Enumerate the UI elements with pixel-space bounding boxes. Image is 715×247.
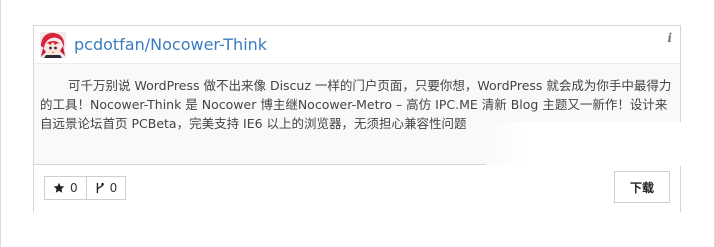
star-icon xyxy=(53,182,65,194)
fork-icon xyxy=(95,182,105,194)
description-fade xyxy=(484,122,682,166)
star-count-button[interactable]: 0 xyxy=(45,177,86,199)
info-icon[interactable]: i xyxy=(667,31,672,45)
star-count: 0 xyxy=(70,181,78,195)
fork-count: 0 xyxy=(109,181,118,195)
actions-row: 0 0 下载 xyxy=(34,165,680,212)
card-header: pcdotfan/Nocower-Think i xyxy=(34,26,680,64)
repo-owner-link[interactable]: pcdotfan xyxy=(74,35,145,54)
repo-name-link[interactable]: Nocower-Think xyxy=(150,35,267,54)
fork-count-button[interactable]: 0 xyxy=(85,177,126,199)
repo-title: pcdotfan/Nocower-Think xyxy=(74,35,267,54)
stats-group: 0 0 xyxy=(44,176,127,200)
avatar[interactable] xyxy=(40,32,66,58)
repo-card: pcdotfan/Nocower-Think i 可千万别说 WordPress… xyxy=(33,25,682,212)
download-button[interactable]: 下载 xyxy=(614,171,670,203)
